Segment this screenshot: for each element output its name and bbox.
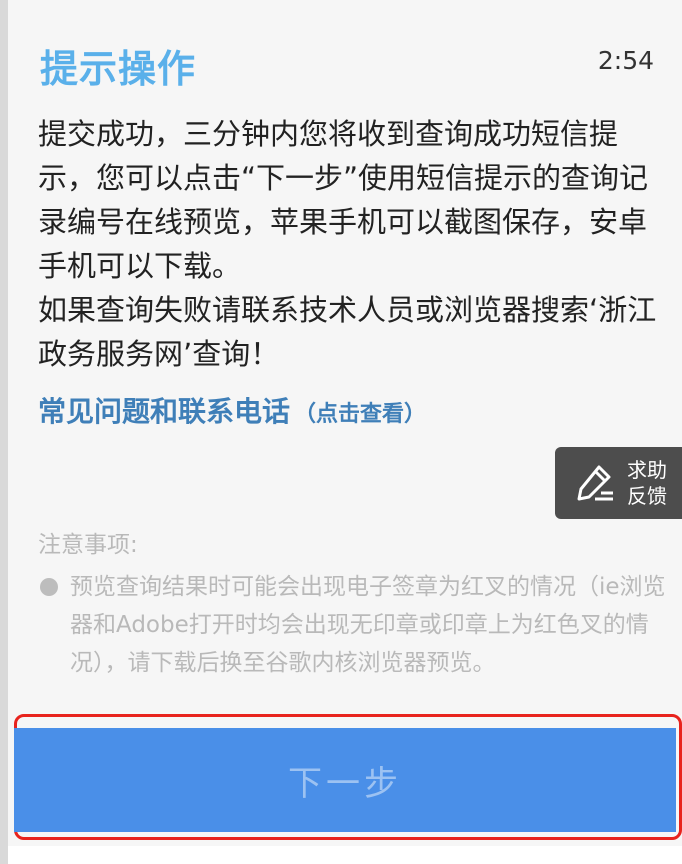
help-feedback-label[interactable]: 求助反馈 <box>627 457 673 509</box>
background-page-edge <box>0 0 8 864</box>
faq-link[interactable]: 常见问题和联系电话 （点击查看） <box>38 390 426 430</box>
bullet-icon <box>40 578 58 596</box>
next-step-button[interactable]: 下一步 <box>14 728 676 832</box>
message-line-failure: 如果查询失败请联系技术人员或浏览器搜索‘浙江政务服务网’查询！ <box>38 293 657 371</box>
message-body: 提交成功，三分钟内您将收到查询成功短信提示，您可以点击“下一步”使用短信提示的查… <box>38 112 658 376</box>
message-line-success: 提交成功，三分钟内您将收到查询成功短信提示，您可以点击“下一步”使用短信提示的查… <box>38 117 649 283</box>
faq-link-label[interactable]: 常见问题和联系电话 <box>38 395 290 428</box>
bottom-bar <box>8 846 682 864</box>
help-feedback-button[interactable]: 求助反馈 <box>555 447 682 519</box>
faq-link-hint[interactable]: （点击查看） <box>294 402 426 427</box>
edit-pen-icon <box>577 465 613 501</box>
dialog-title: 提示操作 <box>40 47 197 91</box>
timestamp: 2:54 <box>597 46 654 75</box>
notes-item-text: 预览查询结果时可能会出现电子签章为红叉的情况（ie浏览器和Adobe打开时均会出… <box>70 574 666 676</box>
notes-title: 注意事项: <box>38 532 138 558</box>
notes-item: 预览查询结果时可能会出现电子签章为红叉的情况（ie浏览器和Adobe打开时均会出… <box>38 568 668 682</box>
prompt-dialog: 提示操作 2:54 提交成功，三分钟内您将收到查询成功短信提示，您可以点击“下一… <box>8 0 682 864</box>
notes-section: 注意事项: 预览查询结果时可能会出现电子签章为红叉的情况（ie浏览器和Adobe… <box>38 526 668 682</box>
